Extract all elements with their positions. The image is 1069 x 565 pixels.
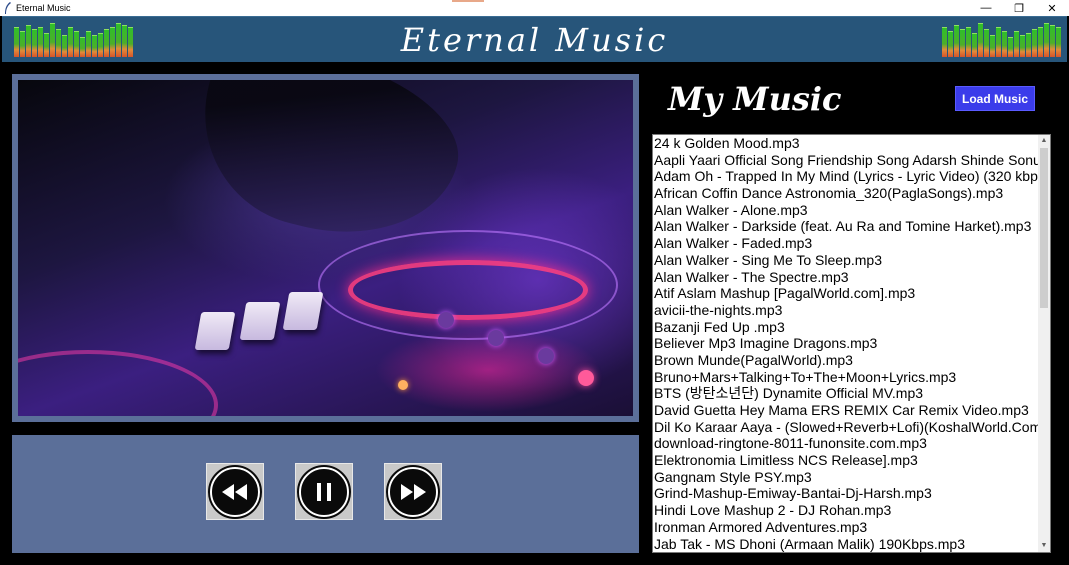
rewind-button[interactable]	[206, 463, 264, 520]
list-item[interactable]: Believer Mp3 Imagine Dragons.mp3	[653, 335, 1039, 352]
artwork-frame	[12, 74, 639, 422]
app-brand-title: Eternal Music	[400, 21, 669, 59]
list-item[interactable]: Gangnam Style PSY.mp3	[653, 469, 1039, 486]
list-item[interactable]: Adam Oh - Trapped In My Mind (Lyrics - L…	[653, 168, 1039, 185]
list-item[interactable]: Alan Walker - Faded.mp3	[653, 235, 1039, 252]
close-button[interactable]: ✕	[1035, 0, 1069, 16]
maximize-button[interactable]: ❐	[1002, 0, 1036, 16]
list-item[interactable]: BTS (방탄소년단) Dynamite Official MV.mp3	[653, 385, 1039, 402]
vertical-scrollbar[interactable]: ▲ ▼	[1038, 135, 1050, 552]
load-music-button[interactable]: Load Music	[955, 86, 1035, 111]
rewind-icon	[222, 483, 247, 500]
list-item[interactable]: Aapli Yaari Official Song Friendship Son…	[653, 152, 1039, 169]
list-item[interactable]: Alan Walker - The Spectre.mp3	[653, 269, 1039, 286]
equalizer-icon	[942, 23, 1061, 57]
dj-turntable-image	[18, 80, 633, 416]
list-item[interactable]: avicii-the-nights.mp3	[653, 302, 1039, 319]
list-item[interactable]: David Guetta Hey Mama ERS REMIX Car Remi…	[653, 402, 1039, 419]
list-item[interactable]: Alan Walker - Alone.mp3	[653, 202, 1039, 219]
list-item[interactable]: Alan Walker - Darkside (feat. Au Ra and …	[653, 218, 1039, 235]
minimize-button[interactable]: —	[969, 0, 1003, 16]
list-item[interactable]: African Coffin Dance Astronomia_320(Pagl…	[653, 185, 1039, 202]
list-item[interactable]: Brown Munde(PagalWorld).mp3	[653, 352, 1039, 369]
window-title: Eternal Music	[16, 3, 71, 13]
list-item[interactable]: Bazanji Fed Up .mp3	[653, 319, 1039, 336]
list-item[interactable]: Bruno+Mars+Talking+To+The+Moon+Lyrics.mp…	[653, 369, 1039, 386]
taskbar-accent	[452, 0, 484, 2]
pause-button[interactable]	[295, 463, 353, 520]
pause-icon	[317, 482, 331, 501]
list-item[interactable]: download-ringtone-8011-funonsite.com.mp3	[653, 435, 1039, 452]
header-banner: Eternal Music	[2, 16, 1067, 62]
song-list: 24 k Golden Mood.mp3 Aapli Yaari Official…	[653, 135, 1039, 552]
list-item[interactable]: 24 k Golden Mood.mp3	[653, 135, 1039, 152]
scroll-up-arrow-icon[interactable]: ▲	[1038, 135, 1050, 147]
list-item[interactable]: Ironman Armored Adventures.mp3	[653, 519, 1039, 536]
list-item[interactable]: Hindi Love Mashup 2 - DJ Rohan.mp3	[653, 502, 1039, 519]
song-listbox[interactable]: 24 k Golden Mood.mp3 Aapli Yaari Official…	[652, 134, 1051, 553]
list-item[interactable]: Jab Tak - MS Dhoni (Armaan Malik) 190Kbp…	[653, 536, 1039, 553]
transport-controls	[12, 435, 639, 553]
list-item[interactable]: Alan Walker - Sing Me To Sleep.mp3	[653, 252, 1039, 269]
scrollbar-thumb[interactable]	[1040, 148, 1048, 308]
list-item[interactable]: Grind-Mashup-Emiway-Bantai-Dj-Harsh.mp3	[653, 485, 1039, 502]
list-item[interactable]: Elektronomia Limitless NCS Release].mp3	[653, 452, 1039, 469]
list-item[interactable]: Dil Ko Karaar Aaya - (Slowed+Reverb+Lofi…	[653, 419, 1039, 436]
window-titlebar: Eternal Music — ❐ ✕	[0, 0, 1069, 16]
list-item[interactable]: Atif Aslam Mashup [PagalWorld.com].mp3	[653, 285, 1039, 302]
library-heading: My Music	[668, 80, 842, 118]
scroll-down-arrow-icon[interactable]: ▼	[1038, 540, 1050, 552]
feather-icon	[5, 2, 11, 14]
fast-forward-icon	[401, 483, 426, 500]
fast-forward-button[interactable]	[384, 463, 442, 520]
